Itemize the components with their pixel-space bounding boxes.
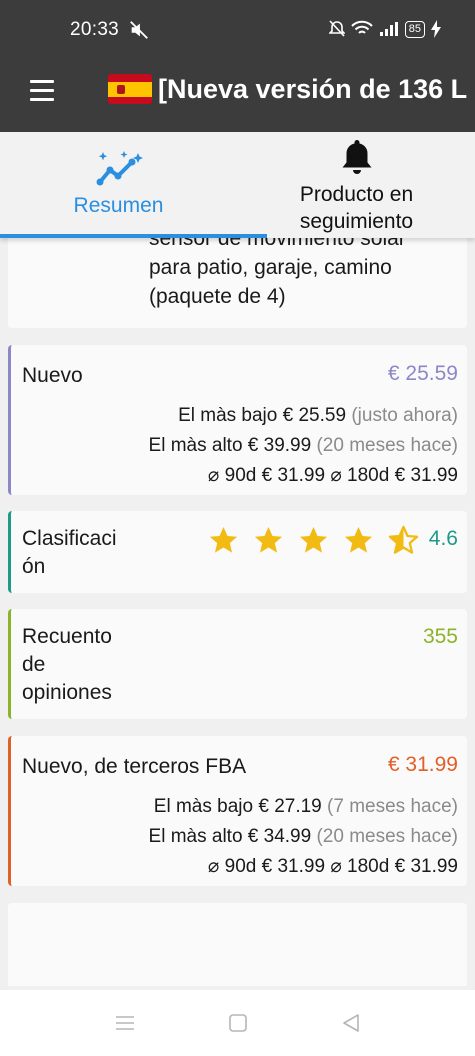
price-card-third-party-fba[interactable]: Nuevo, de terceros FBA € 31.99 El màs ba… — [8, 736, 467, 886]
price-type-title: Nuevo — [22, 364, 83, 387]
avg-90-label: ⌀ 90d — [207, 465, 257, 486]
current-price: € 31.99 — [387, 753, 458, 776]
star-half-icon — [388, 525, 419, 554]
signal-icon — [379, 22, 398, 36]
description-line: para patio, garaje, camino — [149, 256, 392, 279]
review-count-value: 355 — [422, 625, 458, 648]
highest-label: El màs alto — [148, 826, 243, 847]
highest-label: El màs alto — [148, 435, 243, 456]
rating-title-line2: ón — [22, 555, 46, 578]
avg-180-label: ⌀ 180d — [330, 856, 390, 877]
review-title-line: de — [22, 653, 46, 676]
highest-price-row: El màs alto € 39.99 (20 meses hace) — [149, 435, 458, 457]
lowest-price: € 25.59 — [282, 405, 347, 426]
review-title-line: Recuento — [22, 625, 112, 648]
recent-apps-icon[interactable] — [114, 1012, 136, 1034]
alarm-off-icon — [328, 20, 345, 37]
lowest-label: El màs bajo — [178, 405, 278, 426]
wifi-icon — [351, 20, 373, 34]
current-price: € 25.59 — [387, 362, 458, 385]
lowest-label: El màs bajo — [153, 796, 254, 817]
review-title-line: opiniones — [22, 681, 112, 704]
product-description-card: sensor de movimiento solar para patio, g… — [8, 238, 467, 328]
star-full-icon — [209, 526, 238, 553]
highest-price: € 34.99 — [247, 826, 312, 847]
highest-price: € 39.99 — [247, 435, 312, 456]
rating-title-line1: Clasificaci — [22, 527, 117, 550]
lowest-price-row: El màs bajo € 27.19 (7 meses hace) — [154, 796, 458, 818]
highest-when: (20 meses hace) — [316, 435, 458, 456]
spain-flag-icon — [108, 74, 152, 104]
avg-90-value: € 31.99 — [261, 465, 326, 486]
review-count-title: Recuento de opiniones — [22, 623, 112, 707]
description-line: (paquete de 4) — [149, 285, 286, 308]
product-title: [Nueva versión de 136 L — [158, 74, 468, 104]
rating-card[interactable]: Clasificaci ón 4.6 — [8, 511, 467, 593]
star-rating — [208, 525, 419, 556]
tab-resumen-label: Resumen — [73, 194, 164, 217]
avg-90-value: € 31.99 — [261, 856, 326, 877]
average-price-row: ⌀ 90d € 31.99 ⌀ 180d € 31.99 — [208, 464, 458, 487]
price-type-title: Nuevo, de terceros FBA — [22, 755, 247, 778]
system-nav-bar — [0, 990, 475, 1056]
highest-price-row: El màs alto € 34.99 (20 meses hace) — [149, 826, 458, 848]
sparkle-chart-icon — [96, 151, 143, 186]
tab-tracking-label: Producto en seguimiento — [238, 181, 475, 235]
highest-when: (20 meses hace) — [316, 826, 458, 847]
star-full-icon — [254, 526, 283, 553]
next-card — [8, 903, 467, 986]
app-bar: [Nueva versión de 136 L — [0, 60, 475, 132]
home-icon[interactable] — [227, 1012, 249, 1034]
avg-90-label: ⌀ 90d — [207, 856, 257, 877]
active-tab-indicator — [0, 234, 267, 238]
status-icons: 85 — [328, 20, 441, 38]
tab-tracking-label-line1: Producto en — [299, 183, 414, 206]
mute-icon — [130, 21, 148, 39]
lowest-when: (7 meses hace) — [327, 796, 458, 817]
rating-title: Clasificaci ón — [22, 525, 117, 581]
avg-180-label: ⌀ 180d — [330, 465, 390, 486]
lowest-price: € 27.19 — [258, 796, 322, 817]
lowest-price-row: El màs bajo € 25.59 (justo ahora) — [178, 405, 458, 427]
battery-indicator: 85 — [404, 20, 425, 38]
lowest-when: (justo ahora) — [351, 405, 458, 426]
product-description: sensor de movimiento solar para patio, g… — [149, 238, 406, 311]
avg-180-value: € 31.99 — [394, 856, 458, 877]
price-card-new[interactable]: Nuevo € 25.59 El màs bajo € 25.59 (justo… — [8, 345, 467, 495]
status-time: 20:33 — [70, 19, 120, 40]
tab-producto-en-seguimiento[interactable]: Producto en seguimiento — [238, 132, 475, 238]
review-count-card[interactable]: Recuento de opiniones 355 — [8, 609, 467, 719]
back-icon[interactable] — [340, 1012, 362, 1034]
avg-180-value: € 31.99 — [394, 465, 458, 486]
summary-content[interactable]: sensor de movimiento solar para patio, g… — [0, 238, 475, 986]
status-bar: 20:33 85 — [0, 0, 475, 60]
tab-tracking-label-line2: seguimiento — [299, 210, 414, 233]
tab-bar: Resumen Producto en seguimiento — [0, 132, 475, 238]
average-price-row: ⌀ 90d € 31.99 ⌀ 180d € 31.99 — [208, 855, 458, 878]
star-full-icon — [344, 526, 373, 553]
rating-value: 4.6 — [428, 527, 458, 550]
bell-icon — [342, 140, 371, 174]
tab-resumen[interactable]: Resumen — [0, 132, 237, 238]
charging-icon — [431, 20, 441, 38]
star-full-icon — [299, 526, 328, 553]
description-line: sensor de movimiento solar — [149, 238, 406, 250]
hamburger-menu-icon[interactable] — [30, 80, 54, 102]
